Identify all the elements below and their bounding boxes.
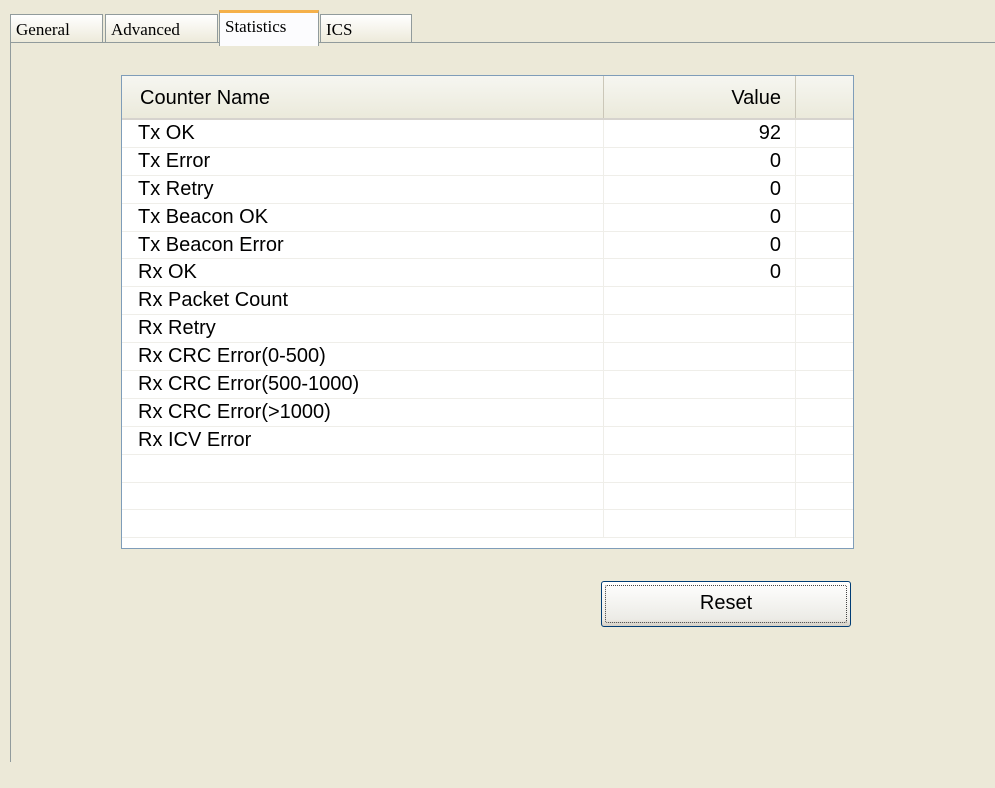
table-row[interactable]: Rx Retry <box>122 315 853 344</box>
counter-value-cell <box>604 287 796 315</box>
counter-value-cell <box>604 398 796 426</box>
statistics-window: General Advanced Statistics ICS Counter … <box>0 0 995 788</box>
tab-general[interactable]: General <box>10 14 103 44</box>
table-row[interactable]: Rx Packet Count <box>122 287 853 316</box>
counter-list[interactable]: Counter Name Value Tx OK 92 Tx Error 0 Tx Re… <box>121 75 854 549</box>
table-row[interactable]: Rx OK 0 <box>122 259 853 288</box>
counter-name-cell: Rx Packet Count <box>122 287 604 315</box>
table-row[interactable]: Rx CRC Error(500-1000) <box>122 371 853 399</box>
counter-value-cell: 0 <box>604 175 796 203</box>
counter-value-cell: 0 <box>604 259 796 287</box>
table-row[interactable] <box>122 510 853 539</box>
list-header: Counter Name Value <box>122 76 853 120</box>
counter-value-cell <box>604 482 796 510</box>
tab-ics[interactable]: ICS <box>320 14 412 44</box>
counter-value-cell <box>604 454 796 482</box>
reset-button-label: Reset <box>699 592 753 614</box>
table-row[interactable]: Tx Beacon Error 0 <box>122 231 853 260</box>
column-header-value[interactable]: Value <box>604 76 796 118</box>
column-header-counter-name[interactable]: Counter Name <box>122 76 604 118</box>
column-header-filler <box>796 76 853 118</box>
counter-value-cell: 0 <box>604 203 796 231</box>
counter-name-cell <box>122 482 604 510</box>
counter-value-cell <box>604 315 796 343</box>
counter-value-cell <box>604 426 796 454</box>
counter-value-cell <box>604 343 796 371</box>
table-row[interactable]: Tx OK 92 <box>122 120 853 148</box>
counter-value-cell <box>604 371 796 399</box>
counter-name-cell: Rx ICV Error <box>122 426 604 454</box>
counter-name-cell: Tx Error <box>122 147 604 175</box>
reset-button[interactable]: Reset <box>601 581 851 627</box>
counter-name-cell: Tx Beacon Error <box>122 231 604 259</box>
counter-name-cell: Tx Retry <box>122 175 604 203</box>
counter-value-cell: 0 <box>604 147 796 175</box>
counter-name-cell: Rx Retry <box>122 315 604 343</box>
counter-name-cell: Rx CRC Error(500-1000) <box>122 371 604 399</box>
table-row[interactable] <box>122 454 853 483</box>
counter-name-cell: Rx CRC Error(>1000) <box>122 398 604 426</box>
table-row[interactable]: Rx ICV Error <box>122 426 853 455</box>
table-row[interactable]: Rx CRC Error(0-500) <box>122 343 853 372</box>
table-row[interactable]: Rx CRC Error(>1000) <box>122 398 853 427</box>
tab-statistics[interactable]: Statistics <box>219 10 319 46</box>
counter-name-cell: Rx CRC Error(0-500) <box>122 343 604 371</box>
list-body: Tx OK 92 Tx Error 0 Tx Retry 0 Tx Beacon OK 0 Tx… <box>122 120 853 539</box>
counter-value-cell: 0 <box>604 231 796 259</box>
counter-name-cell: Rx OK <box>122 259 604 287</box>
counter-value-cell: 92 <box>604 120 796 147</box>
table-row[interactable]: Tx Error 0 <box>122 147 853 176</box>
table-row[interactable]: Tx Retry 0 <box>122 175 853 204</box>
tab-advanced[interactable]: Advanced <box>105 14 218 44</box>
counter-name-cell <box>122 454 604 482</box>
counter-name-cell: Tx Beacon OK <box>122 203 604 231</box>
counter-name-cell <box>122 510 604 538</box>
table-row[interactable] <box>122 482 853 511</box>
table-row[interactable]: Tx Beacon OK 0 <box>122 203 853 232</box>
counter-name-cell: Tx OK <box>122 120 604 147</box>
tab-strip: General Advanced Statistics ICS <box>10 10 995 46</box>
counter-value-cell <box>604 510 796 538</box>
